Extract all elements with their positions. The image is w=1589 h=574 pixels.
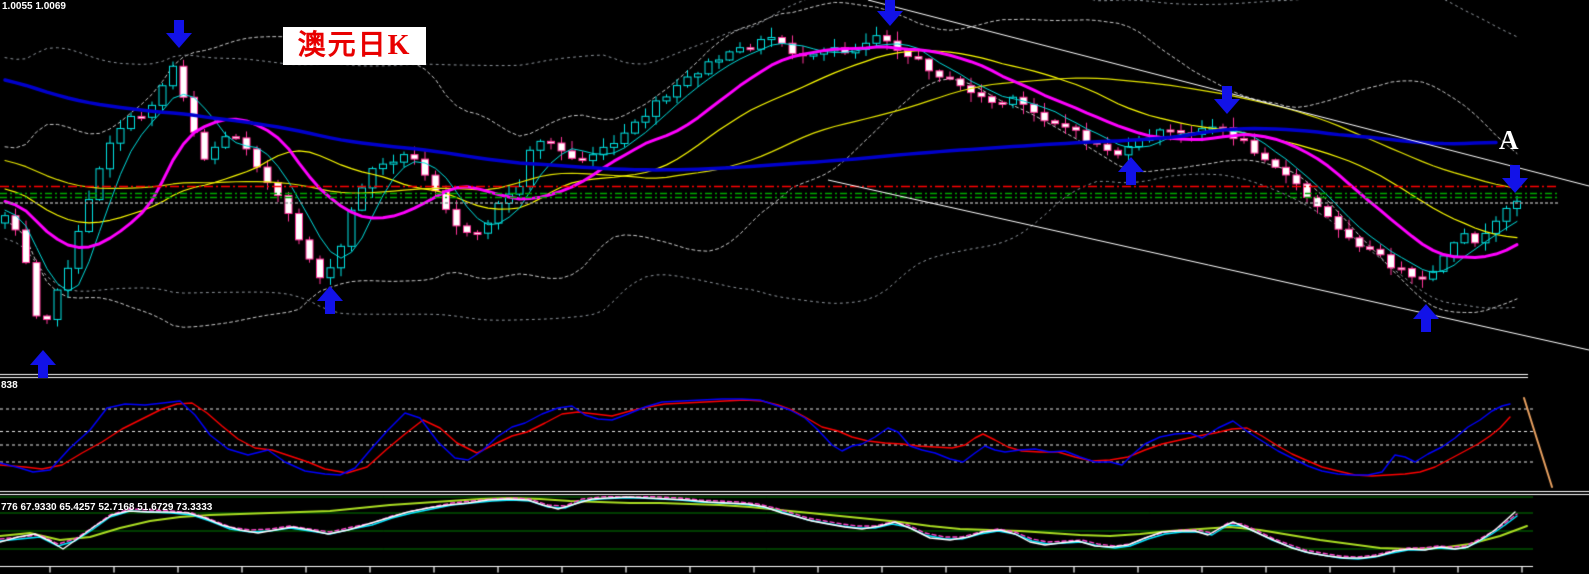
annotation-a-label: A <box>1499 125 1519 155</box>
price-chart-canvas[interactable] <box>0 0 1589 574</box>
buy-signal-arrow-icon <box>1413 304 1439 332</box>
symbol-title-label: 澳元日K <box>283 27 426 65</box>
buy-signal-arrow-icon <box>30 350 56 378</box>
quote-values: 1.0055 1.0069 <box>2 1 66 12</box>
sell-signal-arrow-icon <box>166 20 192 48</box>
buy-signal-arrow-icon <box>1118 157 1144 185</box>
sell-signal-arrow-icon <box>1214 86 1240 114</box>
buy-signal-arrow-icon <box>317 286 343 314</box>
chart-window: 1.0055 1.0069 澳元日K A 838 776 67.9330 65.… <box>0 0 1589 574</box>
sell-signal-arrow-icon <box>1502 165 1528 193</box>
sell-signal-arrow-icon <box>877 0 903 26</box>
kdj-panel-values: 776 67.9330 65.4257 52.7168 51.6729 73.3… <box>1 502 213 513</box>
momentum-panel-value: 838 <box>1 380 18 391</box>
